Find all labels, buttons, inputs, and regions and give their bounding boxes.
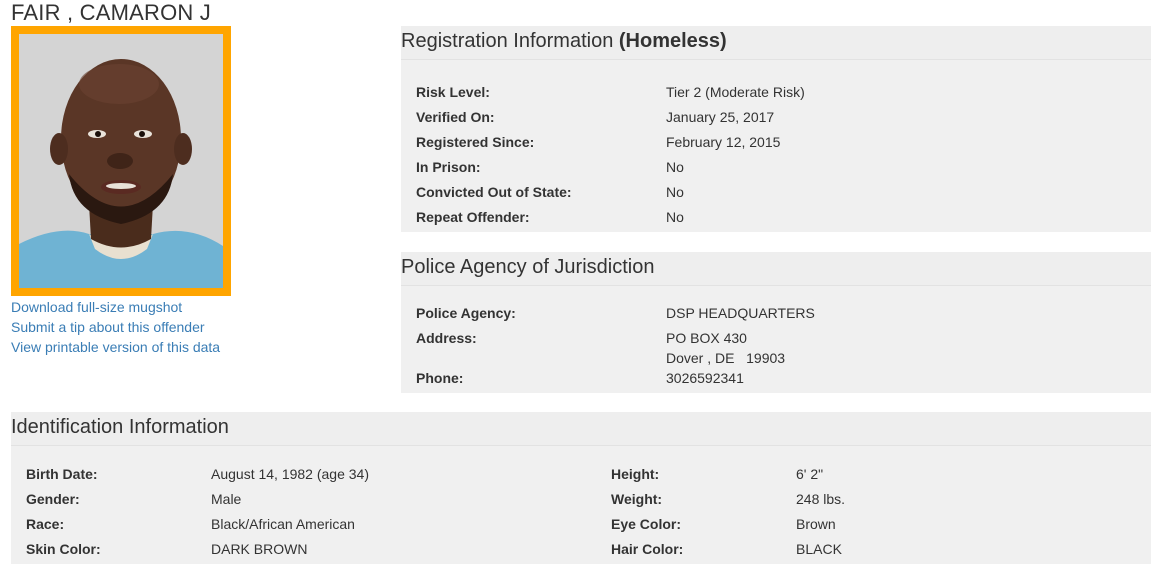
risk-level-label: Risk Level: bbox=[416, 84, 490, 100]
verified-on-label: Verified On: bbox=[416, 109, 495, 125]
repeat-offender-value: No bbox=[666, 209, 684, 225]
offender-name: FAIR , CAMARON J bbox=[11, 0, 211, 25]
birth-date-value: August 14, 1982 (age 34) bbox=[211, 466, 370, 482]
risk-level-value: Tier 2 (Moderate Risk) bbox=[666, 84, 805, 100]
skin-color-label: Skin Color: bbox=[26, 541, 101, 557]
registration-title: Registration Information bbox=[401, 30, 614, 52]
hair-color-value: BLACK bbox=[796, 541, 842, 557]
registered-since-label: Registered Since: bbox=[416, 134, 535, 150]
in-prison-label: In Prison: bbox=[416, 159, 481, 175]
printable-version-link[interactable]: View printable version of this data bbox=[11, 337, 220, 357]
police-agency-value: DSP HEADQUARTERS bbox=[666, 305, 815, 321]
address-line1: PO BOX 430 bbox=[666, 330, 747, 346]
police-agency-panel: Police Agency of Jurisdiction Police Age… bbox=[401, 252, 1151, 393]
birth-date-label: Birth Date: bbox=[26, 466, 98, 482]
gender-value: Male bbox=[211, 491, 242, 507]
hair-color-label: Hair Color: bbox=[611, 541, 684, 557]
submit-tip-link[interactable]: Submit a tip about this offender bbox=[11, 317, 220, 337]
convicted-out-of-state-value: No bbox=[666, 184, 684, 200]
repeat-offender-label: Repeat Offender: bbox=[416, 209, 530, 225]
phone-value: 3026592341 bbox=[666, 370, 744, 386]
download-mugshot-link[interactable]: Download full-size mugshot bbox=[11, 297, 220, 317]
police-agency-label: Police Agency: bbox=[416, 305, 516, 321]
skin-color-value: DARK BROWN bbox=[211, 541, 308, 557]
gender-label: Gender: bbox=[26, 491, 80, 507]
convicted-out-of-state-label: Convicted Out of State: bbox=[416, 184, 572, 200]
weight-label: Weight: bbox=[611, 491, 663, 507]
police-agency-heading: Police Agency of Jurisdiction bbox=[401, 252, 1151, 286]
mugshot-photo bbox=[11, 26, 231, 296]
mugshot-image bbox=[19, 34, 223, 288]
address-line2: Dover , DE 19903 bbox=[666, 350, 786, 366]
offender-links: Download full-size mugshot Submit a tip … bbox=[11, 297, 220, 357]
phone-label: Phone: bbox=[416, 370, 464, 386]
identification-heading: Identification Information bbox=[11, 412, 1151, 446]
eye-color-label: Eye Color: bbox=[611, 516, 682, 532]
registration-panel-heading: Registration Information (Homeless) bbox=[401, 26, 1151, 60]
registered-since-value: February 12, 2015 bbox=[666, 134, 781, 150]
race-value: Black/African American bbox=[211, 516, 355, 532]
weight-value: 248 lbs. bbox=[796, 491, 846, 507]
registration-panel: Registration Information (Homeless) Risk… bbox=[401, 26, 1151, 232]
verified-on-value: January 25, 2017 bbox=[666, 109, 775, 125]
identification-panel: Identification Information Birth Date: A… bbox=[11, 412, 1151, 564]
in-prison-value: No bbox=[666, 159, 684, 175]
height-label: Height: bbox=[611, 466, 660, 482]
address-label: Address: bbox=[416, 330, 477, 346]
height-value: 6' 2" bbox=[796, 466, 824, 482]
eye-color-value: Brown bbox=[796, 516, 836, 532]
registration-status: (Homeless) bbox=[618, 30, 727, 52]
race-label: Race: bbox=[26, 516, 65, 532]
